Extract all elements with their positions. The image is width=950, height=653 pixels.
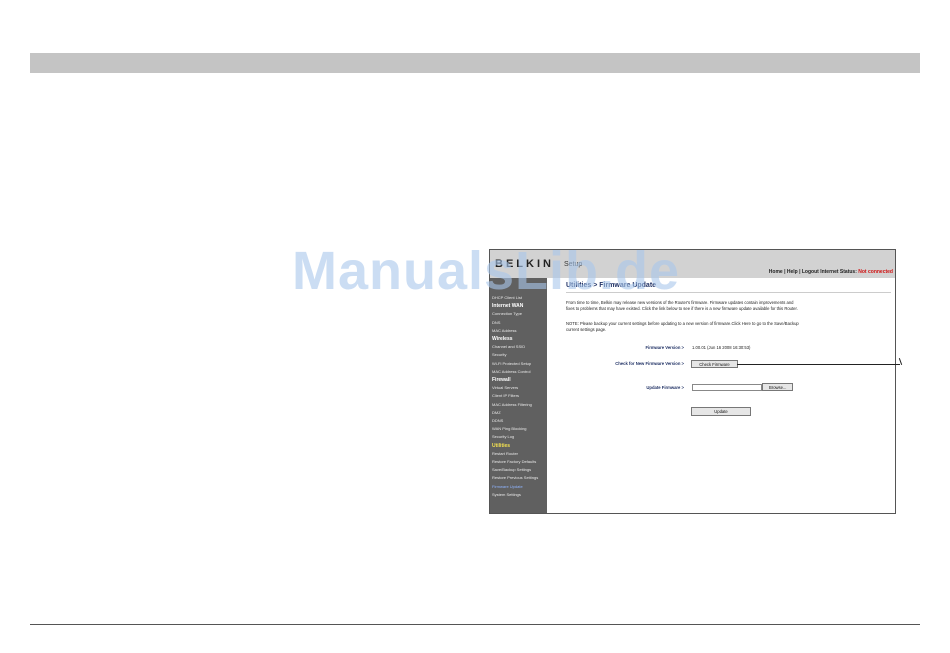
- sidebar-item[interactable]: Restore Previous Settings: [492, 475, 538, 480]
- header-links[interactable]: Home | Help | Logout Internet Status: No…: [769, 269, 893, 275]
- sidebar-item[interactable]: Connection Type: [492, 311, 522, 316]
- title-divider: [566, 292, 891, 293]
- note-paragraph: NOTE: Please backup your current setting…: [566, 321, 886, 333]
- sidebar-section-heading: Wireless: [492, 336, 513, 342]
- brand-logo: BELKIN: [495, 258, 554, 270]
- sidebar-item[interactable]: Security Log: [492, 434, 514, 439]
- sidebar-item[interactable]: Restart Router: [492, 451, 518, 456]
- browse-button[interactable]: Browse...: [762, 383, 793, 391]
- sidebar-item[interactable]: System Settings: [492, 492, 521, 497]
- update-button[interactable]: Update: [691, 407, 751, 416]
- page-title: Utilities > Firmware Update: [566, 282, 657, 289]
- firmware-version-label: Firmware Version >: [645, 345, 684, 350]
- sidebar-item[interactable]: Firmware Update: [492, 484, 523, 489]
- sidebar: DHCP Client List Internet WAN Connection T…: [490, 278, 547, 513]
- firmware-version-value: 1.00.01 (Jun 16 2008 16:30:53): [692, 345, 751, 350]
- bottom-rule: [30, 624, 920, 625]
- sidebar-item[interactable]: DNS: [492, 320, 500, 325]
- sidebar-item[interactable]: MAC Address Control: [492, 369, 530, 374]
- note-line-2: current settings page.: [566, 327, 607, 332]
- sidebar-item[interactable]: MAC Address Filtering: [492, 402, 532, 407]
- sidebar-section-heading: Utilities: [492, 442, 511, 449]
- sidebar-item[interactable]: DMZ: [492, 410, 501, 415]
- top-banner: [30, 53, 920, 73]
- sidebar-item[interactable]: Client IP Filters: [492, 393, 519, 398]
- sidebar-item[interactable]: DDNS: [492, 418, 503, 423]
- intro-paragraph: From time to time, Belkin may release ne…: [566, 300, 886, 312]
- intro-line-2: fixes to problems that may have existed.…: [566, 306, 798, 311]
- callout-line: [737, 364, 900, 365]
- update-firmware-label: Update Firmware >: [646, 385, 684, 390]
- sidebar-item[interactable]: DHCP Client List: [492, 295, 522, 300]
- router-screenshot: BELKIN Setup Home | Help | Logout Intern…: [489, 249, 896, 514]
- firmware-file-input[interactable]: [692, 384, 762, 391]
- sidebar-section-heading: Firewall: [492, 377, 511, 383]
- check-firmware-label: Check for New Firmware Version >: [615, 361, 684, 366]
- sidebar-item[interactable]: MAC Address: [492, 328, 516, 333]
- router-header: BELKIN Setup Home | Help | Logout Intern…: [490, 250, 895, 278]
- check-firmware-button[interactable]: Check Firmware: [691, 360, 738, 368]
- brand-subtitle: Setup: [564, 261, 583, 268]
- sidebar-section-heading: Internet WAN: [492, 303, 524, 310]
- sidebar-item[interactable]: Restore Factory Defaults: [492, 459, 536, 464]
- sidebar-item[interactable]: Channel and SSID: [492, 344, 525, 349]
- internet-status: Not connected: [858, 269, 893, 275]
- header-nav-links[interactable]: Home | Help | Logout Internet Status:: [769, 269, 857, 275]
- sidebar-item[interactable]: Wi-Fi Protected Setup: [492, 361, 531, 366]
- sidebar-item[interactable]: Security: [492, 352, 506, 357]
- sidebar-item[interactable]: Virtual Servers: [492, 385, 518, 390]
- sidebar-item[interactable]: Save/Backup Settings: [492, 467, 531, 472]
- sidebar-item[interactable]: WAN Ping Blocking: [492, 426, 527, 431]
